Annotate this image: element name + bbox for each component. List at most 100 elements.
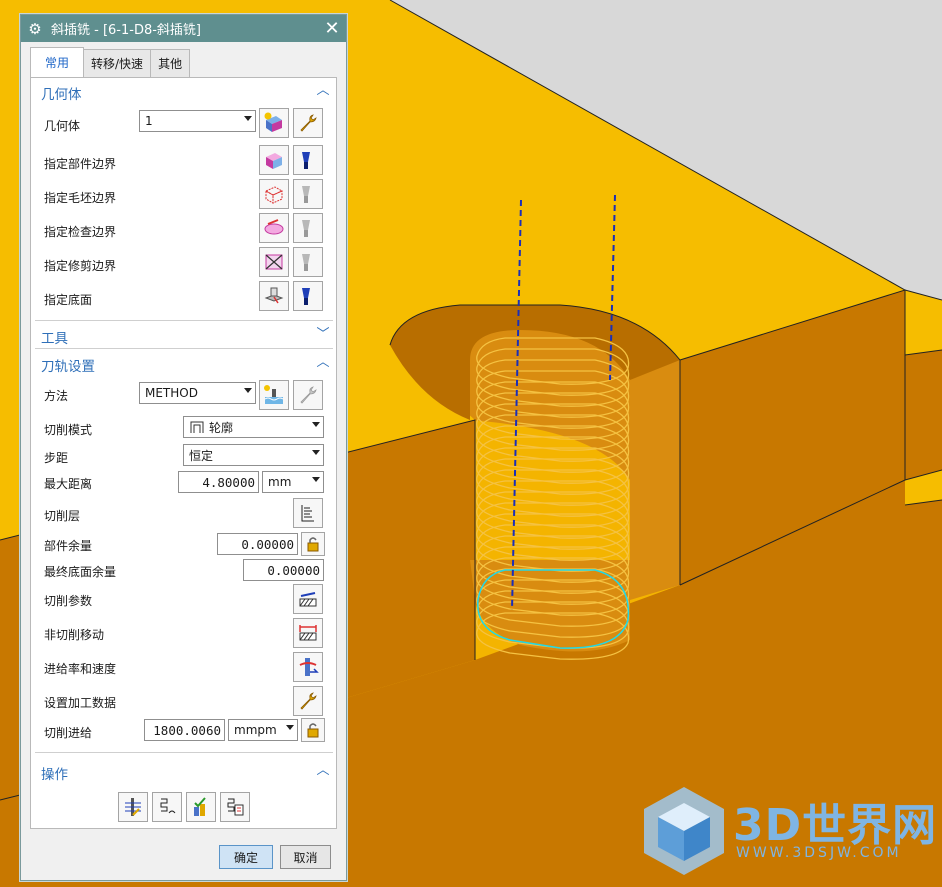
trim-boundary-flashlight-button[interactable] bbox=[293, 247, 323, 277]
flashlight-icon bbox=[302, 152, 310, 169]
chevron-up-icon[interactable]: ︿ bbox=[316, 84, 330, 98]
non-cut-moves-icon bbox=[299, 625, 317, 641]
blank-boundary-label: 指定毛坯边界 bbox=[44, 191, 117, 205]
chevron-up-icon[interactable]: ︿ bbox=[316, 764, 330, 778]
section-tools-header[interactable]: 工具 ﹀ bbox=[31, 326, 336, 348]
profile-pattern-icon bbox=[190, 421, 204, 433]
floor-button[interactable] bbox=[259, 281, 289, 311]
dropdown-arrow-icon bbox=[312, 450, 320, 455]
check-boundary-icon bbox=[264, 219, 284, 235]
model-right-lower-face bbox=[905, 350, 942, 480]
edit-geometry-button[interactable] bbox=[293, 108, 323, 138]
stepover-select[interactable]: 恒定 bbox=[183, 444, 324, 466]
trim-boundary-label: 指定修剪边界 bbox=[44, 259, 117, 273]
tab-panel: 几何体 ︿ 几何体 1 指定部件边界 指定毛坯边界 指定检查边界 指定修剪边界 … bbox=[30, 77, 337, 829]
stepover-select-value: 恒定 bbox=[189, 448, 214, 463]
trim-boundary-button[interactable] bbox=[259, 247, 289, 277]
dialog-planar-mill: ⚙ 斜插铣 - [6-1-D8-斜插铣] ✕ 常用 转移/快速 其他 几何体 ︿… bbox=[20, 14, 347, 881]
section-path-header[interactable]: 刀轨设置 ︿ bbox=[31, 354, 336, 376]
check-boundary-label: 指定检查边界 bbox=[44, 225, 117, 239]
dialog-titlebar[interactable]: ⚙ 斜插铣 - [6-1-D8-斜插铣] ✕ bbox=[21, 15, 346, 42]
check-boundary-flashlight-button[interactable] bbox=[293, 213, 323, 243]
tab-other[interactable]: 其他 bbox=[150, 49, 191, 77]
max-distance-unit-select[interactable]: mm bbox=[262, 471, 324, 493]
blank-boundary-button[interactable] bbox=[259, 179, 289, 209]
cut-params-icon bbox=[299, 592, 317, 607]
new-method-icon bbox=[264, 385, 284, 404]
list-icon bbox=[227, 798, 244, 816]
section-actions-header[interactable]: 操作 ︿ bbox=[31, 762, 336, 784]
wrench-icon bbox=[300, 692, 317, 710]
blank-boundary-flashlight-button[interactable] bbox=[293, 179, 323, 209]
section-geometry-header[interactable]: 几何体 ︿ bbox=[31, 82, 336, 104]
machining-data-button[interactable] bbox=[293, 686, 323, 716]
method-select[interactable]: METHOD bbox=[139, 382, 256, 404]
generate-button[interactable] bbox=[118, 792, 148, 822]
chevron-up-icon[interactable]: ︿ bbox=[316, 356, 330, 370]
non-cut-moves-label: 非切削移动 bbox=[44, 628, 105, 642]
non-cut-moves-button[interactable] bbox=[293, 618, 323, 648]
part-boundary-icon bbox=[266, 153, 282, 169]
stepover-label: 步距 bbox=[44, 451, 69, 465]
part-boundary-label: 指定部件边界 bbox=[44, 157, 117, 171]
geometry-select[interactable]: 1 bbox=[139, 110, 256, 132]
close-icon[interactable]: ✕ bbox=[318, 15, 346, 42]
trim-boundary-icon bbox=[265, 254, 283, 270]
part-boundary-flashlight-button[interactable] bbox=[293, 145, 323, 175]
cut-mode-label: 切削模式 bbox=[44, 423, 93, 437]
section-tools-title: 工具 bbox=[41, 331, 68, 347]
max-distance-input[interactable]: 4.80000 bbox=[178, 471, 259, 493]
dropdown-arrow-icon bbox=[312, 477, 320, 482]
part-stock-lock-button[interactable] bbox=[301, 532, 325, 556]
floor-flashlight-button[interactable] bbox=[293, 281, 323, 311]
section-path-title: 刀轨设置 bbox=[41, 359, 95, 375]
replay-icon bbox=[160, 798, 176, 814]
flashlight-disabled-icon bbox=[302, 220, 310, 237]
cut-levels-button[interactable] bbox=[293, 498, 323, 528]
cut-levels-label: 切削层 bbox=[44, 509, 81, 523]
flashlight-disabled-icon bbox=[302, 254, 310, 271]
tab-common[interactable]: 常用 bbox=[30, 47, 85, 77]
new-method-button[interactable] bbox=[259, 380, 289, 410]
watermark: 3D世界网 WWW.3DSJW.COM bbox=[636, 783, 942, 879]
cut-feed-input[interactable]: 1800.0060 bbox=[144, 719, 225, 741]
part-boundary-button[interactable] bbox=[259, 145, 289, 175]
cut-params-button[interactable] bbox=[293, 584, 323, 614]
flashlight-disabled-icon bbox=[302, 186, 310, 203]
replay-button[interactable] bbox=[152, 792, 182, 822]
new-geometry-icon bbox=[264, 112, 282, 132]
feeds-speeds-button[interactable] bbox=[293, 652, 323, 682]
watermark-url: WWW.3DSJW.COM bbox=[736, 845, 902, 861]
cut-feed-unit-select[interactable]: mmpm bbox=[228, 719, 298, 741]
wrench-disabled-icon bbox=[300, 386, 317, 404]
geometry-select-value: 1 bbox=[145, 114, 153, 128]
cut-feed-lock-button[interactable] bbox=[301, 718, 325, 742]
floor-stock-input[interactable]: 0.00000 bbox=[243, 559, 324, 581]
cut-mode-select[interactable]: 轮廓 bbox=[183, 416, 324, 438]
cancel-button[interactable]: 取消 bbox=[280, 845, 331, 869]
watermark-cube-logo bbox=[644, 787, 724, 875]
floor-stock-label: 最终底面余量 bbox=[44, 565, 117, 579]
dialog-title: 斜插铣 - [6-1-D8-斜插铣] bbox=[51, 23, 201, 38]
flashlight-icon bbox=[302, 288, 310, 305]
cut-params-label: 切削参数 bbox=[44, 594, 93, 608]
feeds-speeds-icon bbox=[299, 658, 319, 676]
watermark-text: 3D世界网 bbox=[733, 800, 938, 851]
check-boundary-button[interactable] bbox=[259, 213, 289, 243]
dropdown-arrow-icon bbox=[312, 422, 320, 427]
dropdown-arrow-icon bbox=[244, 388, 252, 393]
part-stock-input[interactable]: 0.00000 bbox=[217, 533, 298, 555]
tab-bar: 常用 转移/快速 其他 bbox=[30, 47, 191, 77]
chevron-down-icon[interactable]: ﹀ bbox=[316, 328, 330, 342]
tab-transfer[interactable]: 转移/快速 bbox=[83, 49, 152, 77]
cut-mode-select-value: 轮廓 bbox=[209, 420, 234, 435]
section-geometry-title: 几何体 bbox=[41, 87, 82, 103]
ok-button[interactable]: 确定 bbox=[219, 845, 273, 869]
lock-icon bbox=[307, 537, 319, 552]
new-geometry-button[interactable] bbox=[259, 108, 289, 138]
edit-method-button[interactable] bbox=[293, 380, 323, 410]
list-button[interactable] bbox=[220, 792, 250, 822]
cut-feed-label: 切削进给 bbox=[44, 726, 93, 740]
gear-icon[interactable]: ⚙ bbox=[27, 20, 43, 38]
verify-button[interactable] bbox=[186, 792, 216, 822]
